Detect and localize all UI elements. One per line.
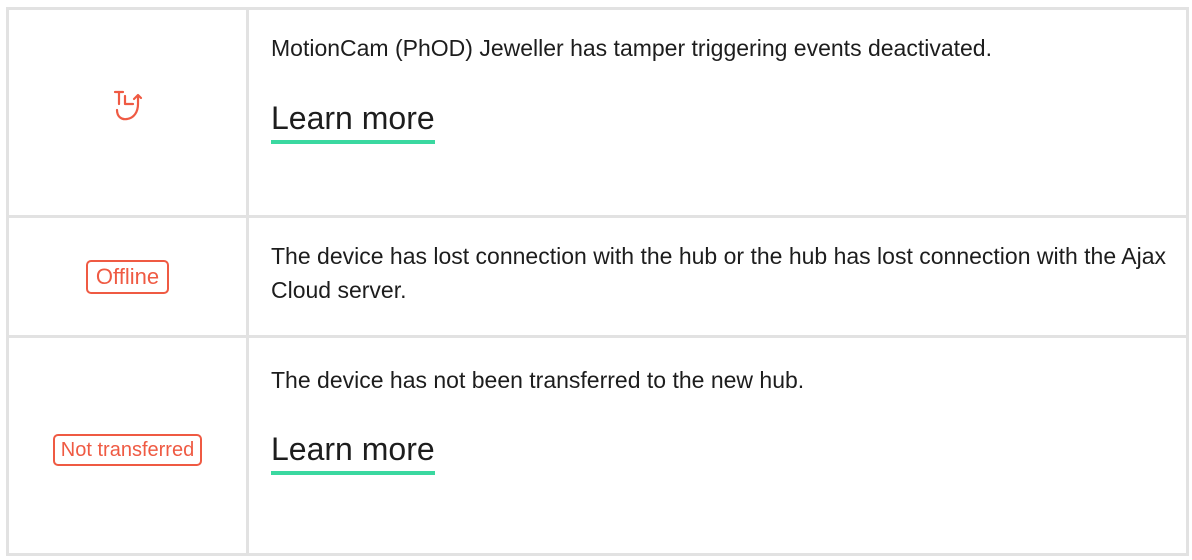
description-text: The device has lost connection with the … xyxy=(271,243,1167,303)
icon-cell: Not transferred xyxy=(6,335,249,556)
table-row: Offline The device has lost connection w… xyxy=(6,215,1189,338)
status-table: MotionCam (PhOD) Jeweller has tamper tri… xyxy=(6,7,1189,556)
description-text: The device has not been transferred to t… xyxy=(271,367,805,393)
icon-cell xyxy=(6,7,249,218)
learn-more-link[interactable]: Learn more xyxy=(271,431,435,475)
description-cell: The device has lost connection with the … xyxy=(246,215,1189,338)
description-cell: The device has not been transferred to t… xyxy=(246,335,1189,556)
table-row: MotionCam (PhOD) Jeweller has tamper tri… xyxy=(6,7,1189,218)
offline-badge: Offline xyxy=(85,259,170,294)
tamper-deactivated-icon xyxy=(108,86,148,126)
description-cell: MotionCam (PhOD) Jeweller has tamper tri… xyxy=(246,7,1189,218)
table-row: Not transferred The device has not been … xyxy=(6,335,1189,556)
icon-cell: Offline xyxy=(6,215,249,338)
not-transferred-badge: Not transferred xyxy=(52,433,203,466)
description-text: MotionCam (PhOD) Jeweller has tamper tri… xyxy=(271,35,992,61)
learn-more-link[interactable]: Learn more xyxy=(271,100,435,144)
